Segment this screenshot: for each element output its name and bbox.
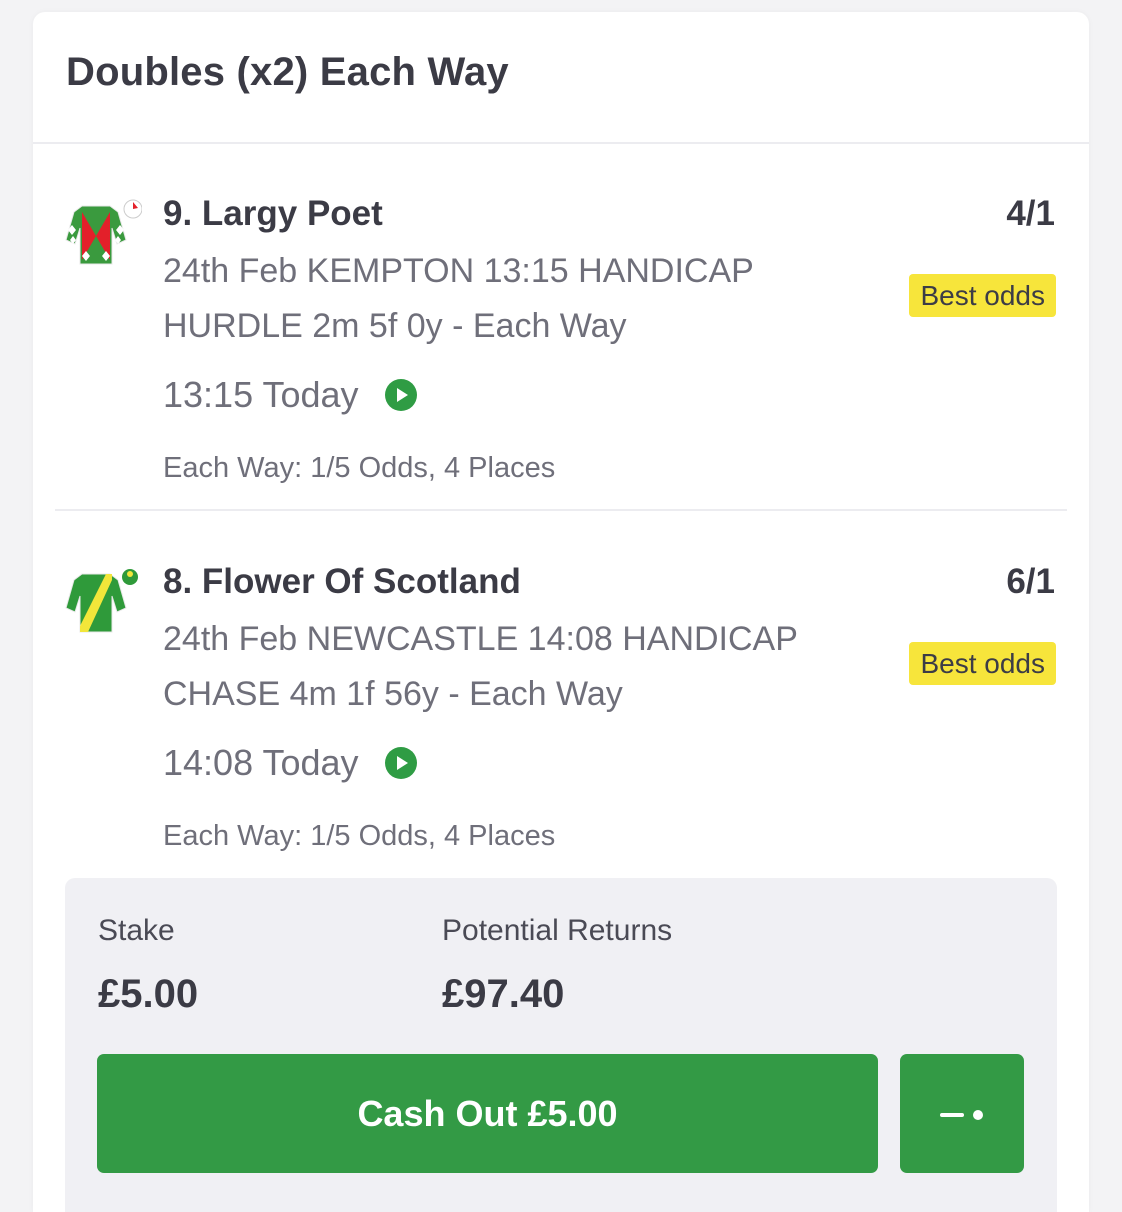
event-description: 24th Feb NEWCASTLE 14:08 HANDICAP CHASE … [163,620,798,713]
cash-out-label: Cash Out £5.00 [357,1092,618,1134]
partial-cashout-slider-icon [940,1110,983,1120]
bet-card: Doubles (x2) Each Way 9. Largy Poet 4/1 … [33,12,1089,1212]
bet-summary-panel: Stake Potential Returns £5.00 £97.40 Cas… [65,878,1057,1212]
selection-odds: 6/1 [1006,562,1055,601]
play-icon[interactable] [384,747,417,779]
stake-value: £5.00 [98,972,199,1016]
potential-returns-value: £97.40 [442,972,565,1016]
bet-card-header: Doubles (x2) Each Way [33,12,1089,144]
play-icon[interactable] [384,379,417,411]
selection-name: 8. Flower Of Scotland [163,562,521,601]
best-odds-badge: Best odds [909,642,1056,685]
stake-label: Stake [98,914,175,947]
bet-type-title: Doubles (x2) Each Way [66,50,509,94]
selection-odds: 4/1 [1006,194,1055,233]
race-time-row: 13:15 Today [163,374,417,416]
selection-row: 8. Flower Of Scotland 6/1 24th Feb NEWCA… [33,512,1089,872]
jockey-silks-icon [65,569,138,633]
divider [55,509,1067,511]
selection-row: 9. Largy Poet 4/1 24th Feb KEMPTON 13:15… [33,144,1089,510]
race-time: 13:15 Today [163,374,359,415]
race-time: 14:08 Today [163,742,359,783]
event-description: 24th Feb KEMPTON 13:15 HANDICAP HURDLE 2… [163,252,754,345]
each-way-terms: Each Way: 1/5 Odds, 4 Places [163,820,556,852]
cash-out-button[interactable]: Cash Out £5.00 [97,1054,878,1173]
partial-cashout-button[interactable] [900,1054,1024,1173]
each-way-terms: Each Way: 1/5 Odds, 4 Places [163,452,556,484]
selection-name: 9. Largy Poet [163,194,383,233]
jockey-silks-icon [65,199,142,265]
race-time-row: 14:08 Today [163,742,417,784]
potential-returns-label: Potential Returns [442,914,673,947]
best-odds-badge: Best odds [909,274,1056,317]
